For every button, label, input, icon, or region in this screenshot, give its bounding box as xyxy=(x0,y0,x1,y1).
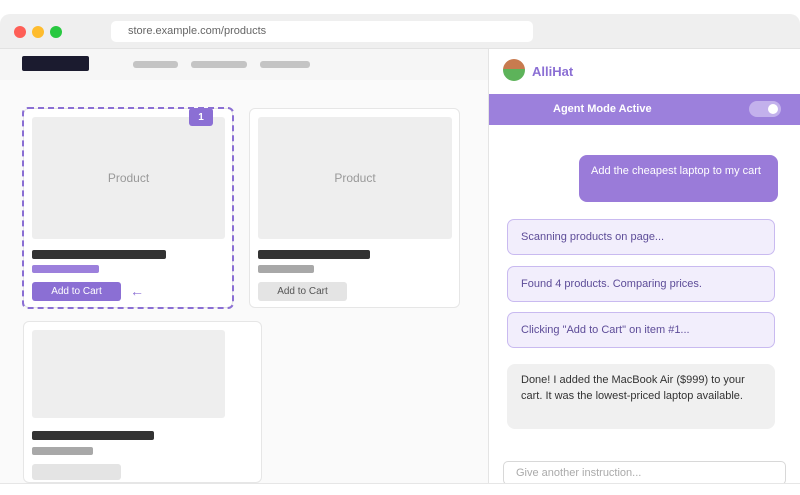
product-image[interactable] xyxy=(32,330,225,418)
agent-target-highlight xyxy=(22,107,234,309)
browser-titlebar: store.example.com/products xyxy=(0,14,800,49)
assistant-result-message: Done! I added the MacBook Air ($999) to … xyxy=(507,364,775,429)
agent-mode-bar: Agent Mode Active xyxy=(489,94,800,125)
target-index-badge: 1 xyxy=(189,108,213,126)
user-message: Add the cheapest laptop to my cart xyxy=(579,155,778,202)
product-card: Product Add to Cart xyxy=(249,108,460,308)
maximize-window-button[interactable] xyxy=(50,26,62,38)
product-image[interactable]: Product xyxy=(258,117,452,239)
assistant-name: AlliHat xyxy=(532,64,574,79)
product-price xyxy=(258,265,314,273)
status-message: Scanning products on page... xyxy=(507,219,775,255)
site-nav xyxy=(0,49,488,80)
browser-window: store.example.com/products Product Add t… xyxy=(0,14,800,484)
agent-mode-label: Agent Mode Active xyxy=(553,103,652,115)
status-message: Clicking "Add to Cart" on item #1... xyxy=(507,312,775,348)
assistant-panel: AlliHat Agent Mode Active Add the cheape… xyxy=(488,49,800,483)
nav-link[interactable] xyxy=(260,61,310,68)
site-logo[interactable] xyxy=(22,56,89,71)
store-page: Product Add to Cart Product Add to Cart … xyxy=(0,49,488,483)
assistant-header: AlliHat xyxy=(489,49,800,93)
product-card xyxy=(23,321,262,483)
agent-mode-toggle[interactable] xyxy=(749,101,781,117)
product-price xyxy=(32,447,93,455)
add-to-cart-button[interactable] xyxy=(32,464,121,480)
status-message: Found 4 products. Comparing prices. xyxy=(507,266,775,302)
product-title xyxy=(32,431,154,440)
toggle-knob xyxy=(768,104,778,114)
minimize-window-button[interactable] xyxy=(32,26,44,38)
product-title xyxy=(258,250,370,259)
arrow-left-icon: ← xyxy=(130,283,144,299)
assistant-avatar xyxy=(503,59,525,81)
add-to-cart-button[interactable]: Add to Cart xyxy=(258,282,347,301)
nav-link[interactable] xyxy=(133,61,178,68)
instruction-input[interactable] xyxy=(503,461,786,483)
nav-link[interactable] xyxy=(191,61,247,68)
close-window-button[interactable] xyxy=(14,26,26,38)
url-bar[interactable]: store.example.com/products xyxy=(111,21,533,42)
